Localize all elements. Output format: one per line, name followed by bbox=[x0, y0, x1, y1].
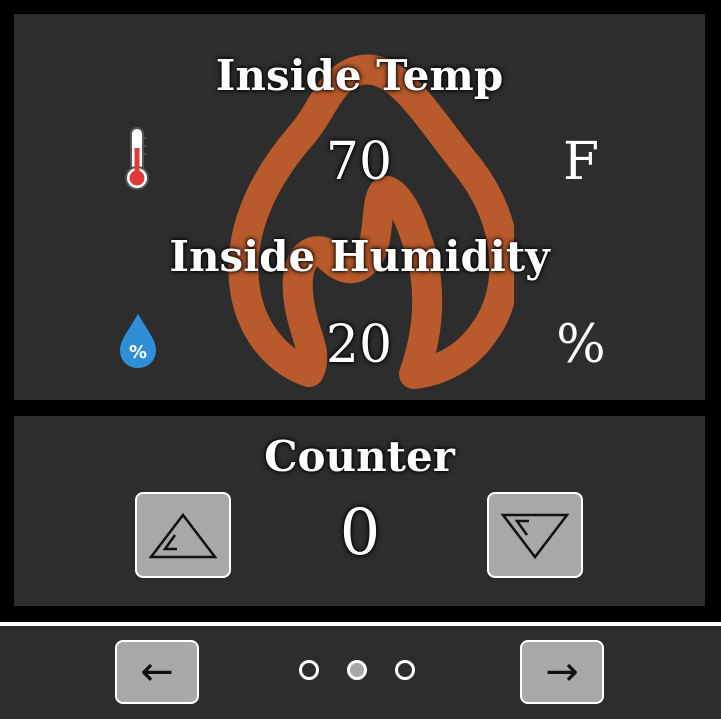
page-dot-2[interactable] bbox=[347, 660, 367, 680]
triangle-up-icon bbox=[148, 512, 218, 559]
counter-panel: Counter 0 bbox=[14, 416, 705, 606]
page-dot-3[interactable] bbox=[395, 660, 415, 680]
page-dot-1[interactable] bbox=[299, 660, 319, 680]
inside-humidity-value: 20 bbox=[325, 315, 393, 375]
nav-bar: ← → bbox=[0, 626, 721, 719]
arrow-right-icon: → bbox=[545, 649, 579, 695]
inside-temp-value: 70 bbox=[325, 132, 393, 192]
triangle-down-icon bbox=[500, 513, 570, 560]
counter-increment-button[interactable] bbox=[135, 492, 231, 578]
counter-label: Counter bbox=[264, 432, 455, 481]
inside-humidity-label: Inside Humidity bbox=[169, 232, 550, 281]
humidity-drop-text: % bbox=[129, 342, 147, 363]
prev-page-button[interactable]: ← bbox=[115, 640, 199, 704]
sensor-panel: Inside Temp 70 F Inside Humidity % 20 % bbox=[14, 14, 705, 400]
inside-temp-unit: F bbox=[562, 132, 600, 192]
humidity-drop-icon: % bbox=[116, 312, 160, 374]
arrow-left-icon: ← bbox=[140, 649, 174, 695]
counter-decrement-button[interactable] bbox=[487, 492, 583, 578]
counter-value: 0 bbox=[339, 496, 381, 570]
next-page-button[interactable]: → bbox=[520, 640, 604, 704]
inside-temp-label: Inside Temp bbox=[215, 51, 504, 100]
inside-humidity-unit: % bbox=[556, 315, 606, 375]
thermometer-icon bbox=[122, 126, 152, 196]
